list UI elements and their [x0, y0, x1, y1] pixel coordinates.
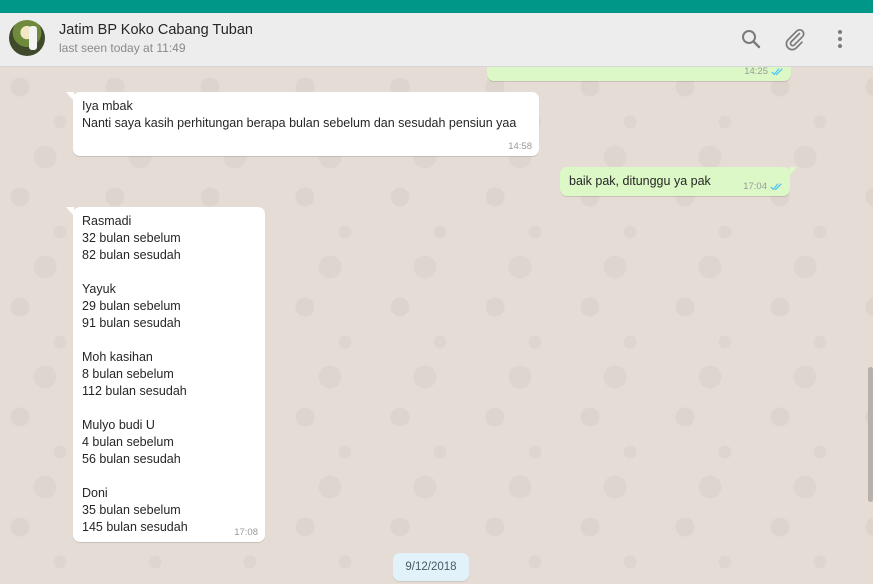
attach-icon[interactable] — [783, 27, 807, 51]
scrollbar[interactable] — [868, 367, 873, 502]
date-divider: 9/12/2018 — [393, 553, 469, 581]
message-time: 17:04 — [743, 181, 767, 192]
message-meta: 14:25 — [744, 67, 784, 77]
message-outgoing[interactable]: 14:25 — [487, 67, 791, 81]
contact-name[interactable]: Jatim BP Koko Cabang Tuban — [59, 22, 253, 38]
message-incoming[interactable]: Rasmadi 32 bulan sebelum 82 bulan sesuda… — [66, 207, 265, 542]
search-icon[interactable] — [739, 27, 763, 51]
message-meta: 17:08 — [234, 527, 258, 538]
message-text: Iya mbak Nanti saya kasih perhitungan be… — [82, 99, 517, 130]
read-ticks-icon — [771, 68, 783, 76]
message-text: Rasmadi 32 bulan sebelum 82 bulan sesuda… — [82, 214, 188, 534]
message-meta: 14:58 — [508, 141, 532, 152]
bubble-tail — [66, 92, 74, 101]
message-meta: 17:04 — [743, 181, 783, 192]
message-time: 14:58 — [508, 141, 532, 152]
read-ticks-icon — [770, 183, 782, 191]
bubble-tail — [789, 167, 797, 176]
menu-icon[interactable] — [828, 27, 852, 51]
contact-avatar[interactable] — [9, 20, 45, 56]
message-list[interactable]: 14:25 Iya mbak Nanti saya kasih perhitun… — [0, 67, 873, 584]
message-time: 14:25 — [744, 67, 768, 77]
bubble-tail — [66, 207, 74, 216]
message-outgoing[interactable]: baik pak, ditunggu ya pak 17:04 — [560, 167, 797, 196]
message-incoming[interactable]: Iya mbak Nanti saya kasih perhitungan be… — [66, 92, 539, 156]
top-accent-bar — [0, 0, 873, 13]
last-seen-status: last seen today at 11:49 — [59, 41, 186, 55]
message-time: 17:08 — [234, 527, 258, 538]
chat-header: Jatim BP Koko Cabang Tuban last seen tod… — [0, 13, 873, 67]
